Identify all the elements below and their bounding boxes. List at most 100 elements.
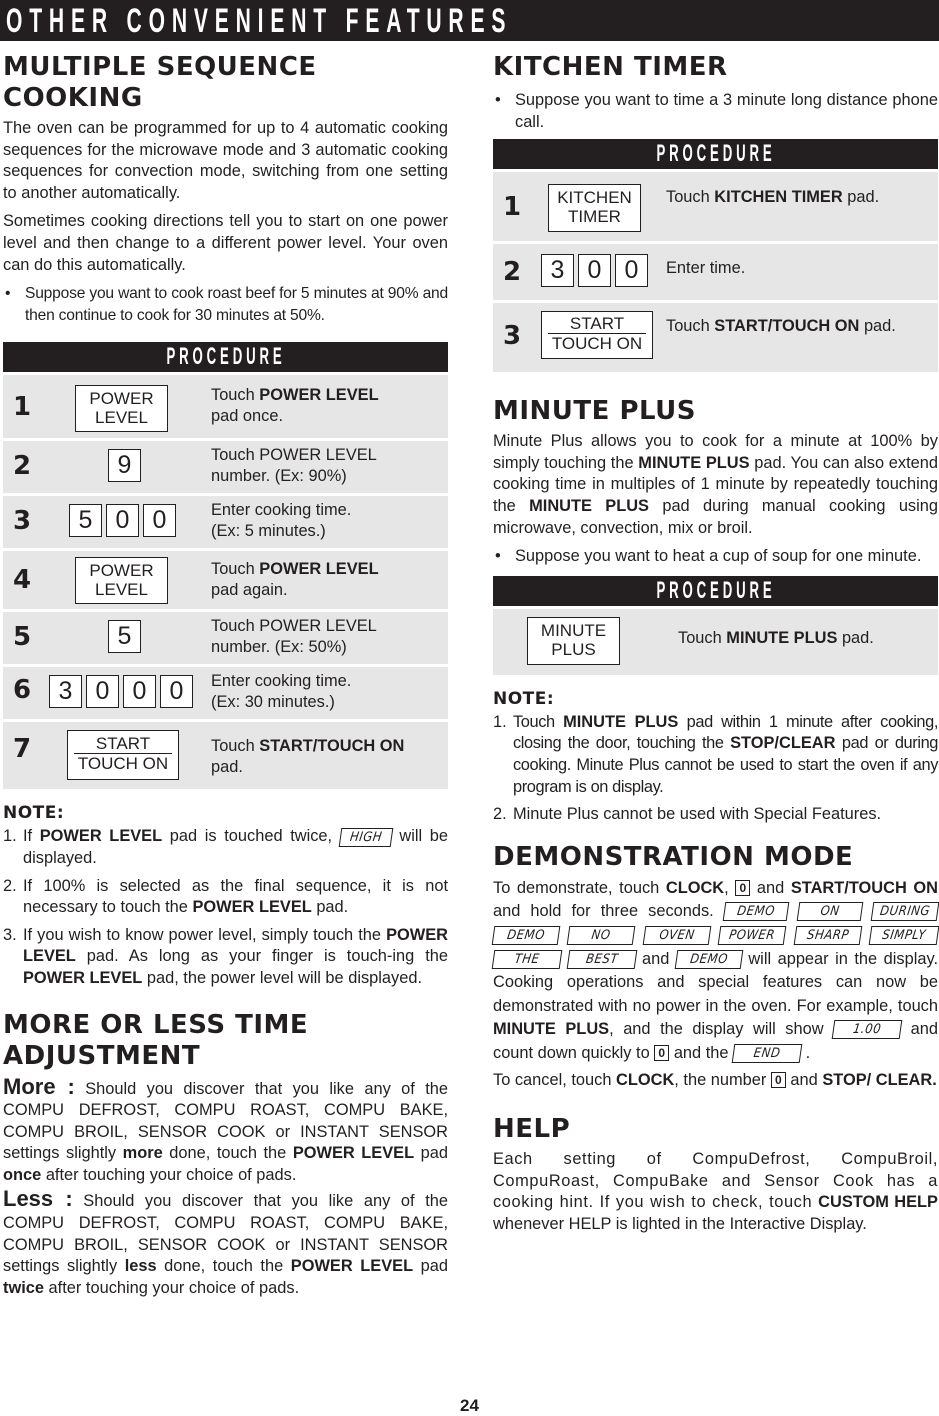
- kitchen-timer-pad[interactable]: KITCHEN TIMER: [548, 184, 641, 233]
- desc-text: pad.: [211, 758, 243, 777]
- digit-pad[interactable]: 3: [541, 254, 574, 288]
- note-item: 2. Minute Plus cannot be used with Speci…: [493, 804, 938, 826]
- desc-bold: START/TOUCH ON: [259, 737, 405, 756]
- multiple-sequence-section: MULTIPLE SEQUENCE COOKING The oven can b…: [3, 52, 448, 990]
- step-number: 4: [13, 565, 32, 596]
- step-description: Touch POWER LEVEL pad again.: [211, 559, 379, 601]
- para-text: and: [635, 949, 676, 968]
- demo-cancel-paragraph: To cancel, touch CLOCK, the number 0 and…: [493, 1070, 938, 1092]
- display-word: DEMO: [722, 902, 790, 922]
- step-description: Enter cooking time. (Ex: 30 minutes.): [211, 671, 351, 713]
- step-number: 1: [13, 392, 32, 423]
- display-word: DURING: [870, 902, 939, 922]
- demonstration-mode-heading: DEMONSTRATION MODE: [493, 841, 854, 872]
- digit-pads: 3 0 0: [541, 254, 648, 288]
- note-bold: STOP/CLEAR: [730, 734, 836, 753]
- desc-text: pad once.: [211, 407, 283, 426]
- para-bold: CUSTOM HELP: [818, 1193, 938, 1212]
- desc-bold: POWER LEVEL: [259, 386, 379, 405]
- pad-label-line: TIMER: [568, 207, 621, 227]
- minute-plus-paragraph: Minute Plus allows you to cook for a min…: [493, 431, 938, 539]
- para-text: pad: [413, 1257, 449, 1276]
- step-description: Touch START/TOUCH ON pad.: [211, 736, 404, 778]
- desc-text: Touch: [211, 737, 260, 756]
- para-text: , and the display will show: [609, 1020, 834, 1039]
- power-level-pad[interactable]: POWER LEVEL: [75, 557, 168, 605]
- procedure-step: 5 5 Touch POWER LEVEL number. (Ex: 50%): [3, 612, 448, 665]
- digit-pad[interactable]: 5: [108, 620, 141, 654]
- para-bold: once: [3, 1165, 42, 1184]
- digit-pad[interactable]: 5: [69, 504, 102, 538]
- para-bold: START/TOUCH ON: [790, 878, 938, 897]
- help-section: HELP Each setting of CompuDefrost, Compu…: [493, 1114, 938, 1235]
- multiple-sequence-intro: The oven can be programmed for up to 4 a…: [3, 119, 448, 202]
- display-word: OVEN: [642, 926, 712, 946]
- digit-pad[interactable]: 0: [160, 675, 193, 709]
- note-item: 1. Touch MINUTE PLUS pad within 1 minute…: [493, 712, 938, 798]
- note-item: 1. If POWER LEVEL pad is touched twice, …: [3, 826, 448, 869]
- display-word: ON: [796, 902, 864, 922]
- more-paragraph: More : Should you discover that you like…: [3, 1073, 448, 1187]
- pad-label-line: KITCHEN: [557, 188, 632, 208]
- minute-plus-pad[interactable]: MINUTE PLUS: [527, 616, 620, 665]
- para-text: pad: [414, 1144, 448, 1163]
- minute-plus-section: MINUTE PLUS Minute Plus allows you to co…: [493, 396, 938, 826]
- step-description: Touch POWER LEVEL pad once.: [211, 385, 379, 427]
- desc-bold: POWER LEVEL: [259, 560, 379, 579]
- step-number: 2: [13, 451, 32, 482]
- note-text: If: [23, 827, 40, 846]
- start-touch-on-pad[interactable]: START TOUCH ON: [541, 311, 653, 360]
- start-touch-on-pad[interactable]: START TOUCH ON: [67, 730, 179, 781]
- desc-text: (Ex: 30 minutes.): [211, 693, 335, 712]
- desc-bold: KITCHEN TIMER: [714, 188, 843, 207]
- para-text: To demonstrate, touch: [493, 878, 666, 897]
- page-number: 24: [460, 1396, 479, 1415]
- heading-line-2: ADJUSTMENT: [3, 1040, 201, 1071]
- procedure-step: 3 5 0 0 Enter cooking time. (Ex: 5 minut…: [3, 496, 448, 549]
- display-readout-time: 1.00: [831, 1020, 903, 1040]
- note-heading: NOTE:: [3, 803, 65, 824]
- note-text: pad is touched twice,: [162, 827, 340, 846]
- digit-pad[interactable]: 3: [49, 675, 82, 709]
- display-word: THE: [491, 949, 563, 969]
- digit-pads: 3 0 0 0: [49, 675, 193, 709]
- digit-pad[interactable]: 9: [108, 449, 141, 483]
- note-text: If you wish to know power level, simply …: [23, 925, 387, 944]
- pad-label-line: POWER: [89, 561, 154, 581]
- procedure-step: 3 START TOUCH ON Touch START/TOUCH ON pa…: [493, 303, 938, 373]
- procedure-step: 6 3 0 0 0 Enter cooking time. (Ex: 30 mi…: [3, 667, 448, 720]
- para-text: To cancel, touch: [493, 1071, 617, 1090]
- more-label: More :: [3, 1073, 75, 1099]
- para-text: done, touch the: [162, 1144, 293, 1163]
- minute-plus-bullets: Suppose you want to heat a cup of soup f…: [493, 546, 938, 568]
- desc-text: pad.: [842, 188, 880, 207]
- para-text: .: [801, 1043, 811, 1062]
- para-text: and the: [669, 1043, 734, 1062]
- pad-label-line: LEVEL: [95, 408, 148, 428]
- bullet-item: Suppose you want to heat a cup of soup f…: [493, 546, 938, 568]
- para-bold: more: [122, 1144, 163, 1163]
- display-word: SHARP: [793, 926, 862, 946]
- note-text: Minute Plus cannot be used with Special …: [513, 805, 882, 824]
- digit-pad[interactable]: 0: [578, 254, 611, 288]
- para-text: and: [785, 1071, 823, 1090]
- kitchen-timer-bullets: Suppose you want to time a 3 minute long…: [493, 90, 938, 133]
- para-bold: MINUTE PLUS: [638, 453, 750, 472]
- digit-pad[interactable]: 0: [143, 504, 176, 538]
- digit-pad[interactable]: 0: [615, 254, 648, 288]
- digit-pad[interactable]: 0: [106, 504, 139, 538]
- step-number: 3: [13, 506, 32, 537]
- note-item: 2. If 100% is selected as the final sequ…: [3, 876, 448, 919]
- multiple-sequence-bullets: Suppose you want to cook roast beef for …: [3, 283, 448, 326]
- digit-pad[interactable]: 0: [123, 675, 156, 709]
- pad-label-line: TOUCH ON: [77, 754, 169, 774]
- desc-text: Touch: [211, 560, 260, 579]
- display-readout-end: END: [731, 1044, 803, 1064]
- step-number: 5: [13, 622, 32, 653]
- digit-pad[interactable]: 0: [86, 675, 119, 709]
- procedure-step: 1 POWER LEVEL Touch POWER LEVEL pad once…: [3, 375, 448, 439]
- desc-text: Enter cooking time.: [211, 501, 352, 520]
- procedure-step: 2 3 0 0 Enter time.: [493, 244, 938, 301]
- power-level-pad[interactable]: POWER LEVEL: [75, 385, 168, 433]
- para-text: and hold for three seconds.: [493, 902, 724, 921]
